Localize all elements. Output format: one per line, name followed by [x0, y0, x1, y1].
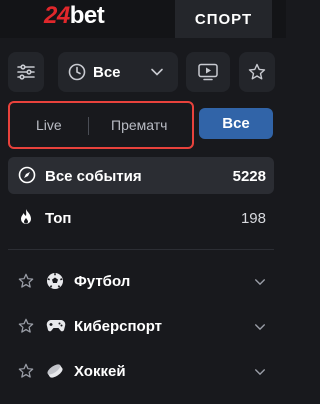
divider [8, 249, 274, 250]
nav-top[interactable]: Топ 198 [8, 199, 274, 236]
toggle-divider [88, 117, 89, 135]
chevron-down-icon [151, 68, 163, 76]
header: 24bet СПОРТ [0, 0, 286, 38]
period-select-value: Все [93, 63, 121, 81]
sport-item-label: Футбол [74, 273, 131, 290]
chevron-down-icon [255, 279, 265, 286]
star-icon [248, 63, 266, 80]
video-play-icon [198, 63, 218, 81]
soccer-ball-icon [47, 273, 63, 289]
favorite-star-icon[interactable] [18, 318, 34, 334]
nav-top-label: Топ [45, 210, 72, 227]
clock-icon [68, 63, 86, 81]
favorite-star-icon[interactable] [18, 273, 34, 289]
logo-word: bet [69, 2, 105, 29]
gamepad-icon [46, 320, 66, 332]
fire-icon [21, 209, 31, 224]
hockey-puck-icon [47, 364, 63, 378]
tab-sport[interactable]: СПОРТ [175, 0, 272, 38]
prematch-tab[interactable]: Прематч [111, 117, 167, 133]
sport-item-label: Киберспорт [74, 318, 163, 335]
live-prematch-toggle: Live Прематч [8, 101, 194, 149]
sport-item-label: Хоккей [74, 363, 126, 380]
filter-settings-button[interactable] [8, 52, 44, 92]
video-stream-button[interactable] [186, 52, 230, 92]
sport-item-hockey[interactable]: Хоккей [8, 353, 274, 389]
sport-item-football[interactable]: Футбол [8, 263, 274, 299]
period-select[interactable]: Все [58, 52, 178, 92]
all-mode-button[interactable]: Все [199, 108, 273, 139]
nav-all-events-count: 5228 [232, 168, 266, 185]
logo-number: 24 [44, 2, 70, 29]
chevron-down-icon [255, 324, 265, 331]
compass-icon [18, 166, 36, 184]
nav-all-events-label: Все события [45, 168, 142, 185]
nav-top-count: 198 [240, 210, 266, 227]
favorites-button[interactable] [239, 52, 275, 92]
favorite-star-icon[interactable] [18, 363, 34, 379]
sliders-icon [17, 64, 35, 80]
chevron-down-icon [255, 369, 265, 376]
live-tab[interactable]: Live [36, 117, 62, 133]
sport-item-esports[interactable]: Киберспорт [8, 308, 274, 344]
logo[interactable]: 24bet [44, 2, 105, 30]
nav-all-events[interactable]: Все события 5228 [8, 157, 274, 194]
